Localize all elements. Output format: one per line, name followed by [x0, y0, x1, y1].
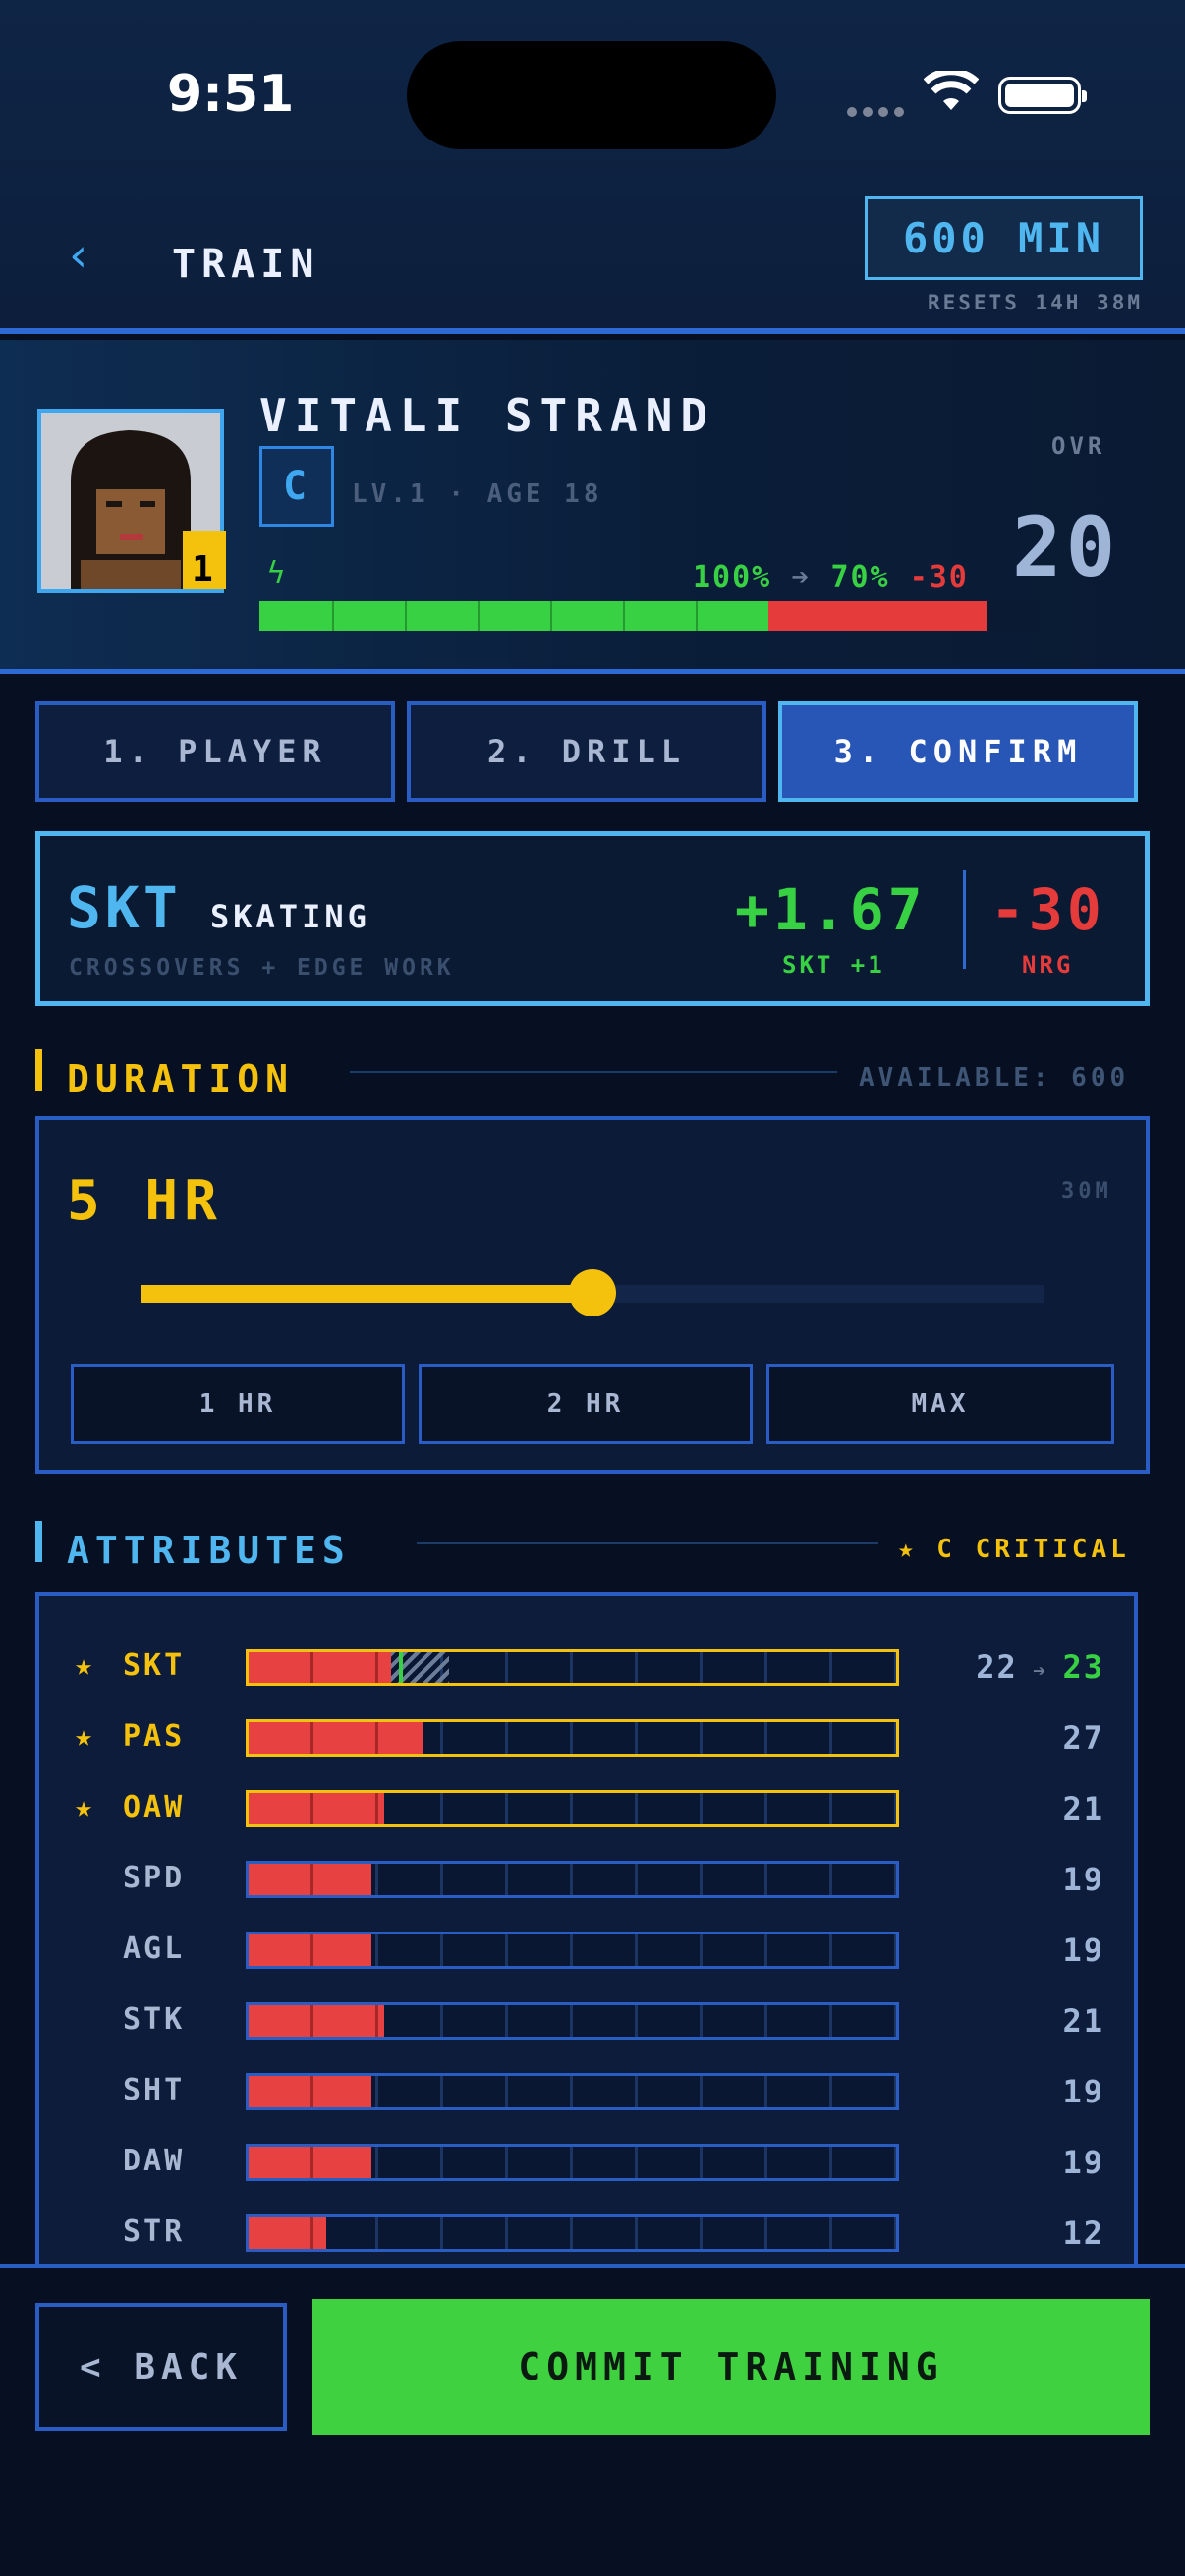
attribute-bar	[246, 1649, 899, 1686]
attribute-value: 19	[1062, 1861, 1104, 1898]
attribute-name: STR	[123, 2214, 186, 2249]
attribute-bar	[246, 1861, 899, 1898]
attribute-row: AGL 19	[0, 1910, 1185, 1981]
attribute-value: 19	[1062, 2144, 1104, 2181]
attribute-bar-gain-marker	[398, 1652, 403, 1683]
attribute-name: SKT	[123, 1649, 186, 1683]
attribute-bar	[246, 2073, 899, 2110]
attribute-name: AGL	[123, 1932, 186, 1966]
attribute-row: ★ SKT 22 ➔ 23	[0, 1627, 1185, 1698]
attribute-value: 22 ➔ 23	[976, 1649, 1104, 1686]
attribute-name: SHT	[123, 2073, 186, 2107]
attribute-bar	[246, 2002, 899, 2040]
attribute-bar-fill	[249, 1864, 372, 1895]
attribute-bar	[246, 1790, 899, 1827]
attribute-row: DAW 19	[0, 2122, 1185, 2193]
attribute-bar-fill	[249, 2217, 327, 2249]
attribute-list: ★ SKT 22 ➔ 23 ★ PAS 27 ★ OAW 21 SPD 19 AGL 19 STK 21 SH…	[0, 0, 1185, 2260]
attribute-name: DAW	[123, 2144, 186, 2178]
star-icon: ★	[75, 1649, 97, 1683]
attribute-name: PAS	[123, 1719, 186, 1754]
attribute-value: 21	[1062, 2002, 1104, 2040]
attribute-row: ★ OAW 21	[0, 1768, 1185, 1839]
back-button[interactable]: < BACK	[35, 2303, 287, 2431]
attribute-bar	[246, 1719, 899, 1757]
arrow-right-icon: ➔	[1017, 1659, 1063, 1684]
attribute-name: STK	[123, 2002, 186, 2037]
attribute-bar-fill	[249, 1934, 372, 1966]
star-icon: ★	[75, 1719, 97, 1754]
attribute-row: STR 12	[0, 2193, 1185, 2264]
attribute-row: ★ PAS 27	[0, 1698, 1185, 1768]
attribute-bar	[246, 2214, 899, 2252]
attribute-bar-fill	[249, 2076, 372, 2107]
attribute-row: STK 21	[0, 1981, 1185, 2051]
attribute-value: 12	[1062, 2214, 1104, 2252]
attribute-bar-fill	[249, 2005, 385, 2037]
attribute-value: 27	[1062, 1719, 1104, 1757]
attribute-bar	[246, 2144, 899, 2181]
attribute-name: OAW	[123, 1790, 186, 1824]
attribute-bar-fill	[249, 1722, 423, 1754]
attribute-row: SHT 19	[0, 2051, 1185, 2122]
attribute-value: 19	[1062, 2073, 1104, 2110]
attribute-value: 21	[1062, 1790, 1104, 1827]
attribute-value: 19	[1062, 1932, 1104, 1969]
attribute-bar-fill	[249, 1652, 391, 1683]
attribute-current: 22	[976, 1649, 1018, 1686]
attribute-next: 23	[1062, 1649, 1104, 1686]
attribute-row: SPD 19	[0, 1839, 1185, 1910]
attribute-bar	[246, 1932, 899, 1969]
star-icon: ★	[75, 1790, 97, 1824]
attribute-name: SPD	[123, 1861, 186, 1895]
commit-training-button[interactable]: COMMIT TRAINING	[312, 2299, 1150, 2435]
attribute-bar-fill	[249, 2147, 372, 2178]
attribute-bar-fill	[249, 1793, 385, 1824]
